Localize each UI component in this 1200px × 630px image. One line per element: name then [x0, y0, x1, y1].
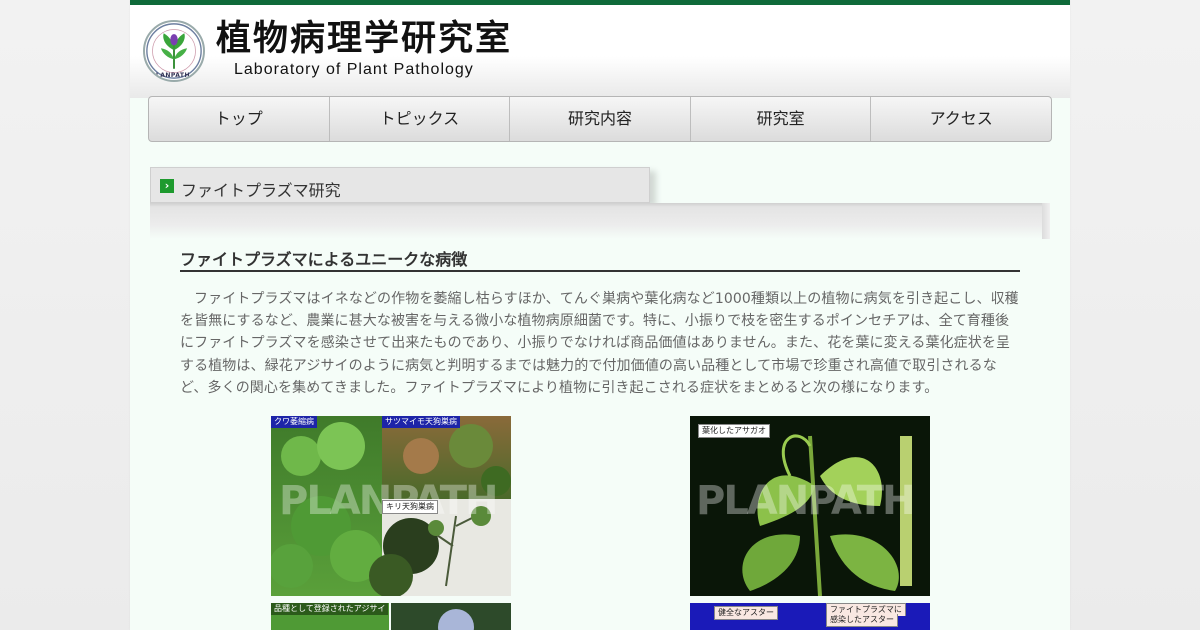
nav-item-topics[interactable]: トピックス: [330, 97, 511, 141]
nav-item-top[interactable]: トップ: [149, 97, 330, 141]
photo-label: 健全なアスター: [714, 606, 778, 620]
article-title: ファイトプラズマによるユニークな病徴: [180, 250, 1020, 272]
chevron-right-icon: ›: [160, 179, 174, 193]
photo-label: サツマイモ天狗巣病: [382, 416, 460, 428]
photo-label: 葉化したアサガオ: [698, 424, 770, 438]
photo-watermark: PLANPATH: [696, 478, 915, 524]
photo-collage-left: PLANPATH クワ萎縮病 サツマイモ天狗巣病 キリ天狗巣病: [271, 416, 511, 596]
site-subtitle: Laboratory of Plant Pathology: [234, 61, 474, 78]
section-heading: ファイトプラズマ研究: [181, 181, 341, 200]
photo-label: キリ天狗巣病: [382, 500, 438, 514]
photo-hydrangea: 品種として登録されたアジサイ: [271, 603, 511, 630]
section-divider: [150, 203, 1050, 239]
main-nav: トップ トピックス 研究内容 研究室 アクセス: [148, 96, 1052, 142]
lab-logo[interactable]: PLANPATH: [143, 20, 205, 82]
nav-item-research[interactable]: 研究内容: [510, 97, 691, 141]
article-body: ファイトプラズマはイネなどの作物を萎縮し枯らすほか、てんぐ巣病や葉化病など100…: [180, 291, 1019, 396]
photo-label: 感染したアスター: [826, 614, 898, 627]
photo-aster: 健全なアスター ファイトプラズマに 感染したアスター: [690, 603, 930, 630]
logo-text: PLANPATH: [151, 72, 191, 79]
site-header: PLANPATH 植物病理学研究室 Laboratory of Plant Pa…: [130, 5, 1070, 98]
site-title: 植物病理学研究室: [216, 19, 513, 59]
page-container: PLANPATH 植物病理学研究室 Laboratory of Plant Pa…: [130, 0, 1070, 630]
photo-morning-glory: PLANPATH 葉化したアサガオ: [690, 416, 930, 596]
photo-label: クワ萎縮病: [271, 416, 317, 428]
nav-item-access[interactable]: アクセス: [871, 97, 1051, 141]
photo-label: 品種として登録されたアジサイ: [271, 603, 389, 615]
nav-item-laboratory[interactable]: 研究室: [691, 97, 872, 141]
section-heading-box: › ファイトプラズマ研究: [150, 167, 650, 203]
